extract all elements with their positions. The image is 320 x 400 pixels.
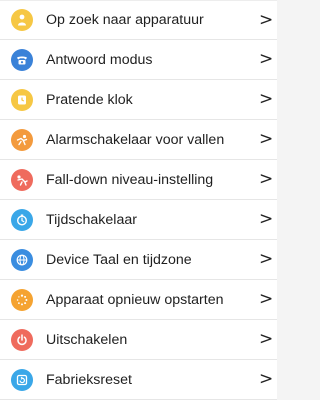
- menu-item-fall-level-setting[interactable]: Fall-down niveau-instelling >: [0, 160, 277, 200]
- menu-item-language-timezone[interactable]: Device Taal en tijdzone >: [0, 240, 277, 280]
- chevron-right-icon: >: [259, 289, 274, 309]
- chevron-right-icon: >: [259, 9, 274, 30]
- menu-item-label: Fall-down niveau-instelling: [46, 171, 214, 188]
- factory-reset-icon: [11, 368, 33, 391]
- fall-level-icon: [11, 168, 33, 191]
- chevron-right-icon: >: [259, 209, 274, 229]
- chevron-right-icon: >: [259, 89, 274, 109]
- chevron-right-icon: >: [259, 49, 274, 69]
- menu-item-label: Apparaat opnieuw opstarten: [46, 291, 224, 308]
- chevron-right-icon: >: [259, 249, 274, 269]
- chevron-right-icon: >: [259, 129, 274, 149]
- menu-item-timer-switch[interactable]: Tijdschakelaar >: [0, 200, 277, 240]
- chevron-right-icon: >: [259, 329, 274, 349]
- menu-item-label: Device Taal en tijdzone: [46, 251, 192, 268]
- menu-item-restart-device[interactable]: Apparaat opnieuw opstarten >: [0, 280, 277, 320]
- menu-item-talking-clock[interactable]: Pratende klok >: [0, 80, 277, 120]
- menu-item-factory-reset[interactable]: Fabrieksreset >: [0, 360, 277, 400]
- menu-item-fall-alarm-switch[interactable]: Alarmschakelaar voor vallen >: [0, 120, 277, 160]
- find-person-icon: [11, 9, 33, 31]
- settings-list: Op zoek naar apparatuur > Antwoord modus…: [0, 0, 277, 400]
- telephone-icon: [11, 48, 33, 71]
- timer-icon: [11, 208, 33, 231]
- talking-clock-icon: [11, 88, 33, 111]
- power-icon: [11, 328, 33, 351]
- menu-item-shutdown[interactable]: Uitschakelen >: [0, 320, 277, 360]
- chevron-right-icon: >: [259, 369, 274, 389]
- menu-item-label: Antwoord modus: [46, 51, 153, 68]
- globe-icon: [11, 248, 33, 271]
- menu-item-label: Pratende klok: [46, 91, 133, 108]
- menu-item-find-device[interactable]: Op zoek naar apparatuur >: [0, 0, 277, 40]
- menu-item-label: Alarmschakelaar voor vallen: [46, 131, 225, 148]
- fall-alarm-icon: [11, 128, 33, 151]
- chevron-right-icon: >: [259, 169, 274, 189]
- menu-item-label: Fabrieksreset: [46, 371, 132, 388]
- menu-item-label: Tijdschakelaar: [46, 211, 137, 228]
- menu-item-answer-mode[interactable]: Antwoord modus >: [0, 40, 277, 80]
- restart-icon: [11, 288, 33, 311]
- menu-item-label: Op zoek naar apparatuur: [46, 12, 204, 28]
- menu-item-label: Uitschakelen: [46, 331, 128, 348]
